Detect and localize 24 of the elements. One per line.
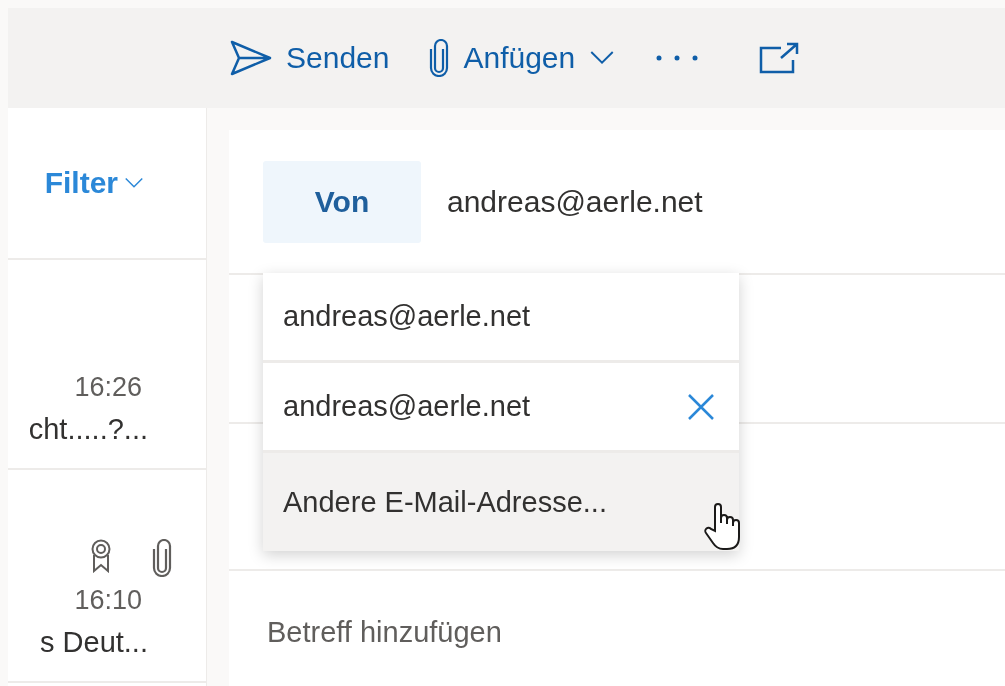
from-address: andreas@aerle.net xyxy=(447,184,703,219)
chevron-down-icon xyxy=(589,50,616,66)
message-time: 16:26 xyxy=(74,372,142,403)
message-preview: s Deut... xyxy=(40,626,148,659)
hand-cursor-icon xyxy=(703,501,743,553)
from-button[interactable]: Von xyxy=(263,160,421,243)
close-icon[interactable] xyxy=(687,392,715,421)
menu-item-label: Andere E-Mail-Adresse... xyxy=(283,485,607,519)
menu-item[interactable]: Andere E-Mail-Adresse... xyxy=(263,453,739,551)
chevron-down-icon xyxy=(124,177,144,189)
menu-item-label: andreas@aerle.net xyxy=(283,300,531,333)
paperclip-icon xyxy=(152,539,172,577)
send-icon xyxy=(230,40,272,76)
menu-item[interactable]: andreas@aerle.net xyxy=(263,363,739,453)
menu-item-label: andreas@aerle.net xyxy=(283,390,531,423)
subject-field[interactable]: Betreff hinzufügen xyxy=(265,615,769,650)
send-button[interactable]: Senden xyxy=(230,32,390,84)
attach-button[interactable]: Anfügen xyxy=(429,31,616,85)
menu-item[interactable]: andreas@aerle.net xyxy=(263,273,739,363)
filter-button[interactable]: Filter xyxy=(44,166,144,200)
message-preview: cht.....?... xyxy=(28,413,148,446)
award-icon xyxy=(90,539,112,573)
message-time: 16:10 xyxy=(74,585,142,616)
paperclip-icon xyxy=(429,39,450,77)
